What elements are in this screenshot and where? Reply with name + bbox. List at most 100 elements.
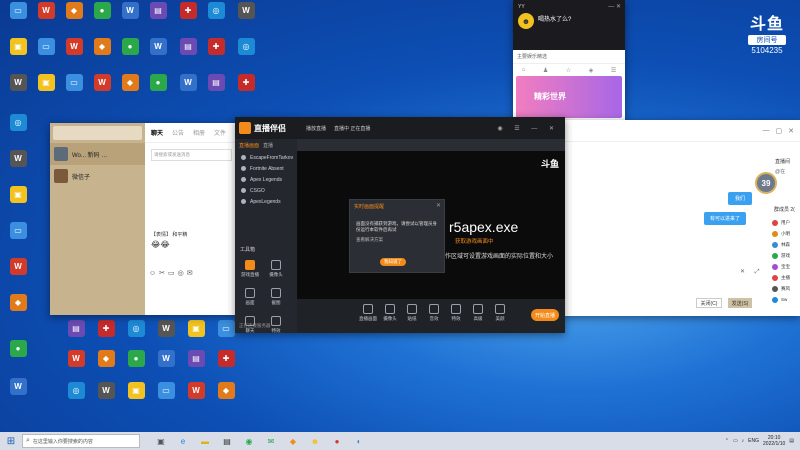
lc-bottom-button[interactable]: 音效 (423, 302, 445, 330)
tab-album[interactable]: 相册 (193, 128, 205, 137)
desktop-shortcut[interactable]: ◎ (2, 114, 34, 148)
windows-start-icon[interactable]: ⊞ (4, 434, 18, 448)
chat-user-row[interactable]: 赛风 (772, 284, 800, 293)
edge-icon[interactable]: e (176, 434, 190, 448)
desktop-shortcut[interactable]: W (150, 350, 182, 384)
desktop-shortcut[interactable]: ▤ (142, 2, 174, 36)
visibility-icon[interactable] (241, 177, 246, 182)
lc-source-item[interactable]: ApexLegends (235, 196, 297, 207)
yy-tab-label[interactable]: 主要娱乐精选 (517, 53, 547, 60)
desktop-shortcut[interactable]: ◎ (60, 382, 92, 416)
lc-tool-button[interactable]: 截图 (263, 284, 289, 312)
desktop-shortcut[interactable]: ▤ (60, 320, 92, 354)
chat-user-row[interactable]: 宝宝 (772, 262, 800, 271)
desktop-shortcut[interactable]: W (180, 382, 212, 416)
desktop-shortcut[interactable]: W (90, 382, 122, 416)
wechat-search[interactable] (53, 126, 142, 140)
store-icon[interactable]: ▤ (220, 434, 234, 448)
desktop-shortcut[interactable]: ▭ (2, 222, 34, 256)
maximize-icon[interactable]: ▢ (776, 127, 783, 135)
desktop-shortcut[interactable]: ▭ (150, 382, 182, 416)
desktop-shortcut[interactable]: W (230, 2, 262, 36)
lc-bottom-button[interactable]: 摄像头 (379, 302, 401, 330)
desktop-shortcut[interactable]: W (2, 378, 34, 412)
yy-icon[interactable]: ☻ (308, 434, 322, 448)
taskbar-search[interactable]: ⌕ 在这里输入你要搜索的内容 (22, 434, 140, 448)
network-icon[interactable]: ▭ (733, 438, 738, 444)
chat-user-row[interactable]: 用户 (772, 218, 800, 227)
lc-bottom-button[interactable]: 直播画面 (357, 302, 379, 330)
lc-source-item[interactable]: EscapeFromTarkov (235, 152, 297, 163)
wechat-contact-item[interactable]: Wo... 新码 … (50, 143, 145, 165)
chat-user-row[interactable]: 游戏 (772, 251, 800, 260)
lc-top-tab[interactable]: 直播中 正在直播 (334, 125, 370, 132)
task-view-icon[interactable]: ▣ (154, 434, 168, 448)
tab-files[interactable]: 文件 (214, 128, 226, 137)
desktop-shortcut[interactable]: W (2, 150, 34, 184)
star-icon[interactable]: ☆ (566, 67, 571, 74)
lc-tool-button[interactable]: 画面 (237, 284, 263, 312)
desktop-shortcut[interactable]: ● (120, 350, 152, 384)
lc-tool-button[interactable]: 游戏直播 (237, 256, 263, 284)
app-icon[interactable]: ● (330, 434, 344, 448)
lc-tab-live[interactable]: 直播 (263, 142, 273, 149)
chat-user-row[interactable]: Sw (772, 295, 800, 304)
desktop-shortcut[interactable]: W (2, 258, 34, 292)
explorer-icon[interactable]: ▬ (198, 434, 212, 448)
lang-indicator[interactable]: ENG (748, 438, 759, 444)
desktop-shortcut[interactable]: ✚ (90, 320, 122, 354)
douyu-icon[interactable]: ◆ (286, 434, 300, 448)
lc-tool-button[interactable]: 摄像头 (263, 256, 289, 284)
close-icon[interactable]: ✕ (788, 127, 794, 135)
desktop-shortcut[interactable]: ◆ (90, 350, 122, 384)
notification-icon[interactable]: ▤ (789, 438, 794, 444)
lc-top-tab[interactable]: 播放直播 (306, 125, 326, 132)
chat-user-row[interactable]: 主播 (772, 273, 800, 282)
visibility-icon[interactable] (241, 155, 246, 160)
yy-banner[interactable]: 精彩世界 (516, 76, 622, 118)
desktop-shortcut[interactable]: W (142, 38, 174, 72)
wechat-contact-item[interactable]: 微信子 (50, 165, 145, 187)
send-button[interactable]: 发送(S) (728, 298, 752, 308)
lc-source-item[interactable]: Apex Legends (235, 174, 297, 185)
tab-notice[interactable]: 公告 (172, 128, 184, 137)
desktop-shortcut[interactable]: ◆ (2, 294, 34, 328)
desktop-shortcut[interactable]: ▣ (180, 320, 212, 354)
lc-bottom-button[interactable]: 特效 (445, 302, 467, 330)
desktop-shortcut[interactable]: W (60, 350, 92, 384)
lc-bottom-button[interactable]: 贴纸 (401, 302, 423, 330)
desktop-shortcut[interactable]: ◎ (200, 2, 232, 36)
desktop-shortcut[interactable]: ● (2, 340, 34, 374)
visibility-icon[interactable] (241, 166, 246, 171)
visibility-icon[interactable] (241, 199, 246, 204)
clock[interactable]: 20:10 2022/1/10 (763, 435, 785, 447)
close-button[interactable]: 关闭(C) (696, 298, 722, 308)
lc-source-item[interactable]: CSGO (235, 185, 297, 196)
desktop-shortcut[interactable]: ▣ (2, 186, 34, 220)
chat-user-row[interactable]: 小明 (772, 229, 800, 238)
desktop-shortcut[interactable]: ◆ (210, 382, 242, 416)
minimize-icon[interactable]: — (763, 127, 770, 134)
gift-icon[interactable]: ◈ (589, 67, 594, 74)
desktop-shortcut[interactable]: ▤ (200, 74, 232, 108)
volume-icon[interactable]: ♪ (742, 438, 745, 444)
menu-icon[interactable]: ☰ (611, 67, 616, 74)
desktop-shortcut[interactable]: ◎ (120, 320, 152, 354)
wechat-input-hint[interactable]: 请搜索或发送消息 (151, 149, 232, 161)
desktop-shortcut[interactable]: ▣ (120, 382, 152, 416)
visibility-icon[interactable] (241, 188, 246, 193)
desktop-shortcut[interactable]: ✚ (230, 74, 262, 108)
chrome-icon[interactable]: ◉ (242, 434, 256, 448)
desktop-shortcut[interactable]: ✚ (210, 350, 242, 384)
tray-chevron-icon[interactable]: ⌃ (725, 438, 729, 444)
lc-source-item[interactable]: Fortnite Absent (235, 163, 297, 174)
yy-window-controls[interactable]: — ✕ (608, 3, 621, 10)
dialog-close-icon[interactable]: ✕ (436, 202, 441, 209)
dialog-ok-button[interactable]: 我知道了 (380, 258, 406, 266)
lc-bottom-button[interactable]: 美颜 (489, 302, 511, 330)
desktop-shortcut[interactable]: W (150, 320, 182, 354)
lc-bottom-button[interactable]: 高级 (467, 302, 489, 330)
lc-start-button[interactable]: 开始直播 (531, 309, 559, 321)
wechat-icon[interactable]: ✉ (264, 434, 278, 448)
app-icon[interactable]: ◐ (352, 434, 366, 448)
